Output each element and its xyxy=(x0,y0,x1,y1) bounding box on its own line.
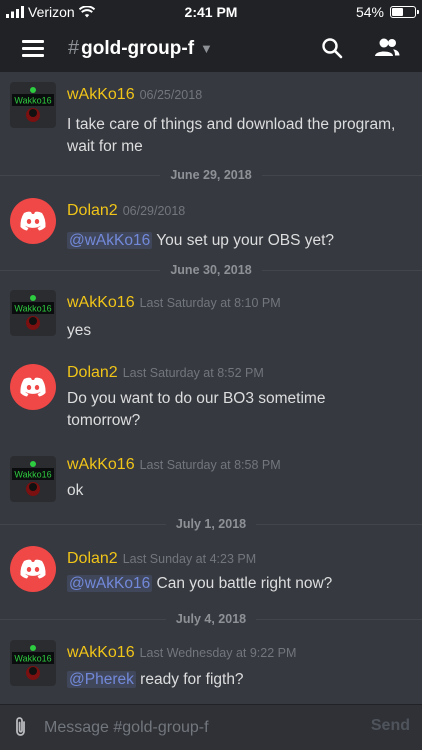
mention[interactable]: @wAkKo16 xyxy=(67,575,153,592)
date-divider: July 4, 2018 xyxy=(0,609,422,629)
search-icon[interactable] xyxy=(320,36,344,60)
author-name[interactable]: Dolan2 xyxy=(67,364,118,381)
battery-fill xyxy=(392,8,403,16)
message-input[interactable] xyxy=(42,715,346,741)
timestamp: Last Saturday at 8:58 PM xyxy=(139,458,281,472)
chevron-down-icon: ▼ xyxy=(200,41,213,56)
channel-name: gold-group-f xyxy=(81,37,195,59)
author-name[interactable]: wAkKo16 xyxy=(67,86,135,103)
mention[interactable]: @wAkKo16 xyxy=(67,232,153,249)
message-text: ok xyxy=(67,482,84,499)
timestamp: Last Saturday at 8:10 PM xyxy=(139,296,281,310)
discord-avatar-icon[interactable] xyxy=(10,364,56,410)
members-icon[interactable] xyxy=(373,36,401,60)
timestamp: Last Saturday at 8:52 PM xyxy=(122,366,264,380)
hash-lock-icon: # xyxy=(68,37,80,59)
message-text: @Pherek ready for figth? xyxy=(67,671,244,688)
message-text: Do you want to do our BO3 sometime tomor… xyxy=(67,390,326,429)
date-divider: June 30, 2018 xyxy=(0,260,422,280)
send-button[interactable]: Send xyxy=(371,717,410,735)
channel-header: # gold-group-f ▼ xyxy=(0,24,422,72)
mention[interactable]: @Pherek xyxy=(67,671,136,688)
paperclip-icon[interactable] xyxy=(12,716,30,738)
channel-title[interactable]: # gold-group-f ▼ xyxy=(68,37,213,60)
message-composer: Send xyxy=(0,704,422,750)
discord-avatar-icon[interactable] xyxy=(10,198,56,244)
message-list[interactable]: Wakko16 wAkKo16 06/25/2018 I take care of… xyxy=(0,72,422,704)
battery-percent: 54% xyxy=(355,4,384,20)
author-name[interactable]: Dolan2 xyxy=(67,550,118,567)
timestamp: 06/25/2018 xyxy=(139,88,203,102)
timestamp: 06/29/2018 xyxy=(122,204,186,218)
author-name[interactable]: wAkKo16 xyxy=(67,294,135,311)
avatar-label: Wakko16 xyxy=(14,304,51,314)
timestamp: Last Wednesday at 9:22 PM xyxy=(139,646,297,660)
timestamp: Last Sunday at 4:23 PM xyxy=(122,552,257,566)
message-text: yes xyxy=(67,322,92,339)
date-divider: June 29, 2018 xyxy=(0,165,422,185)
message-text: @wAkKo16 You set up your OBS yet? xyxy=(67,232,335,249)
battery-icon xyxy=(390,6,419,18)
message-text: @wAkKo16 Can you battle right now? xyxy=(67,575,333,592)
author-name[interactable]: wAkKo16 xyxy=(67,456,135,473)
status-bar: Verizon 2:41 PM 54% xyxy=(0,0,422,24)
date-divider: July 1, 2018 xyxy=(0,514,422,534)
discord-avatar-icon[interactable] xyxy=(10,546,56,592)
avatar[interactable]: Wakko16 xyxy=(10,290,56,336)
avatar[interactable]: Wakko16 xyxy=(10,456,56,502)
avatar-label: Wakko16 xyxy=(14,654,51,664)
avatar[interactable]: Wakko16 xyxy=(10,82,56,128)
author-name[interactable]: wAkKo16 xyxy=(67,644,135,661)
author-name[interactable]: Dolan2 xyxy=(67,202,118,219)
message-text: I take care of things and download the p… xyxy=(67,116,396,155)
avatar-label: Wakko16 xyxy=(14,470,51,480)
avatar[interactable]: Wakko16 xyxy=(10,640,56,686)
avatar-label: Wakko16 xyxy=(14,96,51,106)
menu-icon[interactable] xyxy=(22,40,44,57)
